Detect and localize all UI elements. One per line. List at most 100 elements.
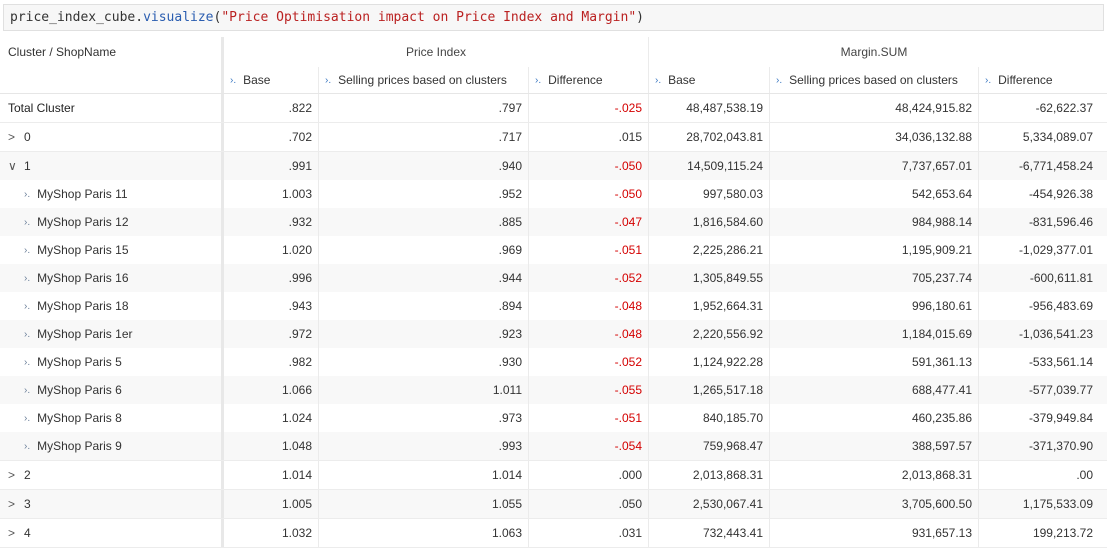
cell-value: 5,334,089.07 (978, 123, 1099, 151)
table-row: >4 1.032 1.063 .031 732,443.41 931,657.1… (0, 519, 1107, 548)
cell-value: 1.003 (221, 180, 318, 208)
cell-value: 48,424,915.82 (769, 94, 978, 122)
expand-arrow-icon[interactable]: ›. (24, 357, 30, 368)
cell-value: .050 (528, 490, 648, 518)
code-function: visualize (143, 10, 214, 25)
row-label[interactable]: ›. MyShop Paris 5 (0, 348, 221, 376)
expand-arrow-icon[interactable]: ›. (24, 245, 30, 256)
cell-value: 688,477.41 (769, 376, 978, 404)
row-label[interactable]: ›. MyShop Paris 8 (0, 404, 221, 432)
row-label[interactable]: >0 (0, 123, 221, 151)
expand-arrow-icon[interactable]: ›. (655, 75, 661, 86)
expand-arrow-icon[interactable]: ›. (230, 75, 236, 86)
row-label[interactable]: ›. MyShop Paris 12 (0, 208, 221, 236)
cell-value: 1,184,015.69 (769, 320, 978, 348)
cell-value: -1,029,377.01 (978, 236, 1099, 264)
row-label[interactable]: ›. MyShop Paris 18 (0, 292, 221, 320)
col-header-pi-base[interactable]: ›. Base (221, 67, 318, 93)
cell-value: 460,235.86 (769, 404, 978, 432)
cell-value: 2,220,556.92 (648, 320, 769, 348)
cell-value: -454,926.38 (978, 180, 1099, 208)
row-label[interactable]: ›. MyShop Paris 16 (0, 264, 221, 292)
cell-value: .894 (318, 292, 528, 320)
table-row: ›. MyShop Paris 6 1.066 1.011 -.055 1,265… (0, 376, 1107, 404)
table-row: ›. MyShop Paris 15 1.020 .969 -.051 2,225… (0, 236, 1107, 264)
code-string: "Price Optimisation impact on Price Inde… (221, 10, 637, 25)
cell-value: .972 (221, 320, 318, 348)
expand-arrow-icon[interactable]: ›. (535, 75, 541, 86)
row-label[interactable]: Total Cluster (0, 94, 221, 122)
table-row: >2 1.014 1.014 .000 2,013,868.31 2,013,8… (0, 460, 1107, 490)
cell-value: .991 (221, 152, 318, 180)
cell-value: 2,013,868.31 (769, 461, 978, 489)
row-label[interactable]: ›. MyShop Paris 15 (0, 236, 221, 264)
cell-value: -.051 (528, 404, 648, 432)
code-close-paren: ) (636, 10, 644, 25)
cell-value: .943 (221, 292, 318, 320)
cell-value: .015 (528, 123, 648, 151)
row-label[interactable]: ›. MyShop Paris 6 (0, 376, 221, 404)
cell-value: -.050 (528, 180, 648, 208)
expand-arrow-icon[interactable]: ›. (24, 301, 30, 312)
row-label[interactable]: ›. MyShop Paris 1er (0, 320, 221, 348)
cell-value: 1,952,664.31 (648, 292, 769, 320)
cell-value: 7,737,657.01 (769, 152, 978, 180)
cell-value: -.048 (528, 292, 648, 320)
cell-value: 1.055 (318, 490, 528, 518)
cell-value: 1,124,922.28 (648, 348, 769, 376)
chevron-right-icon[interactable]: > (8, 130, 24, 144)
expand-arrow-icon[interactable]: ›. (24, 189, 30, 200)
row-label[interactable]: ∨ 1 (0, 152, 221, 180)
cell-value: -831,596.46 (978, 208, 1099, 236)
cell-value: .973 (318, 404, 528, 432)
row-label[interactable]: ›. MyShop Paris 9 (0, 432, 221, 460)
cell-value: 840,185.70 (648, 404, 769, 432)
group-header-margin-sum[interactable]: Margin.SUM (648, 37, 1099, 67)
cell-value: .952 (318, 180, 528, 208)
col-header-pi-selling[interactable]: ›. Selling prices based on clusters (318, 67, 528, 93)
chevron-right-icon[interactable]: > (8, 526, 24, 540)
cell-value: -371,370.90 (978, 432, 1099, 460)
col-header-margin-difference[interactable]: ›. Difference (978, 67, 1099, 93)
col-header-margin-selling[interactable]: ›. Selling prices based on clusters (769, 67, 978, 93)
chevron-right-icon[interactable]: > (8, 497, 24, 511)
cell-value: -.052 (528, 348, 648, 376)
table-row: >3 1.005 1.055 .050 2,530,067.41 3,705,6… (0, 490, 1107, 519)
chevron-right-icon[interactable]: > (8, 468, 24, 482)
col-header-margin-base[interactable]: ›. Base (648, 67, 769, 93)
row-header-label[interactable]: Cluster / ShopName (0, 37, 221, 67)
cell-value: .944 (318, 264, 528, 292)
row-label[interactable]: ›. MyShop Paris 11 (0, 180, 221, 208)
expand-arrow-icon[interactable]: ›. (985, 75, 991, 86)
expand-arrow-icon[interactable]: ›. (776, 75, 782, 86)
cell-value: .031 (528, 519, 648, 547)
group-header-price-index[interactable]: Price Index (221, 37, 648, 67)
col-header-pi-difference[interactable]: ›. Difference (528, 67, 648, 93)
expand-arrow-icon[interactable]: ›. (24, 217, 30, 228)
table-row: ›. MyShop Paris 9 1.048 .993 -.054 759,96… (0, 432, 1107, 460)
expand-arrow-icon[interactable]: ›. (24, 273, 30, 284)
expand-arrow-icon[interactable]: ›. (24, 441, 30, 452)
cell-value: -600,611.81 (978, 264, 1099, 292)
cell-value: 732,443.41 (648, 519, 769, 547)
cell-value: 997,580.03 (648, 180, 769, 208)
table-row: ›. MyShop Paris 16 .996 .944 -.052 1,305,… (0, 264, 1107, 292)
row-label[interactable]: >4 (0, 519, 221, 547)
cell-value: .822 (221, 94, 318, 122)
row-label[interactable]: >3 (0, 490, 221, 518)
row-label[interactable]: >2 (0, 461, 221, 489)
cell-value: -.025 (528, 94, 648, 122)
cell-value: 14,509,115.24 (648, 152, 769, 180)
cell-value: -577,039.77 (978, 376, 1099, 404)
cell-value: -956,483.69 (978, 292, 1099, 320)
expand-arrow-icon[interactable]: ›. (24, 329, 30, 340)
cell-value: .930 (318, 348, 528, 376)
expand-arrow-icon[interactable]: ›. (24, 385, 30, 396)
chevron-down-icon[interactable]: ∨ (8, 159, 24, 173)
cell-value: .885 (318, 208, 528, 236)
cell-value: 48,487,538.19 (648, 94, 769, 122)
expand-arrow-icon[interactable]: ›. (325, 75, 331, 86)
code-cell[interactable]: price_index_cube.visualize("Price Optimi… (3, 4, 1104, 31)
header-row-groups: Cluster / ShopName Price Index Margin.SU… (0, 37, 1107, 67)
expand-arrow-icon[interactable]: ›. (24, 413, 30, 424)
